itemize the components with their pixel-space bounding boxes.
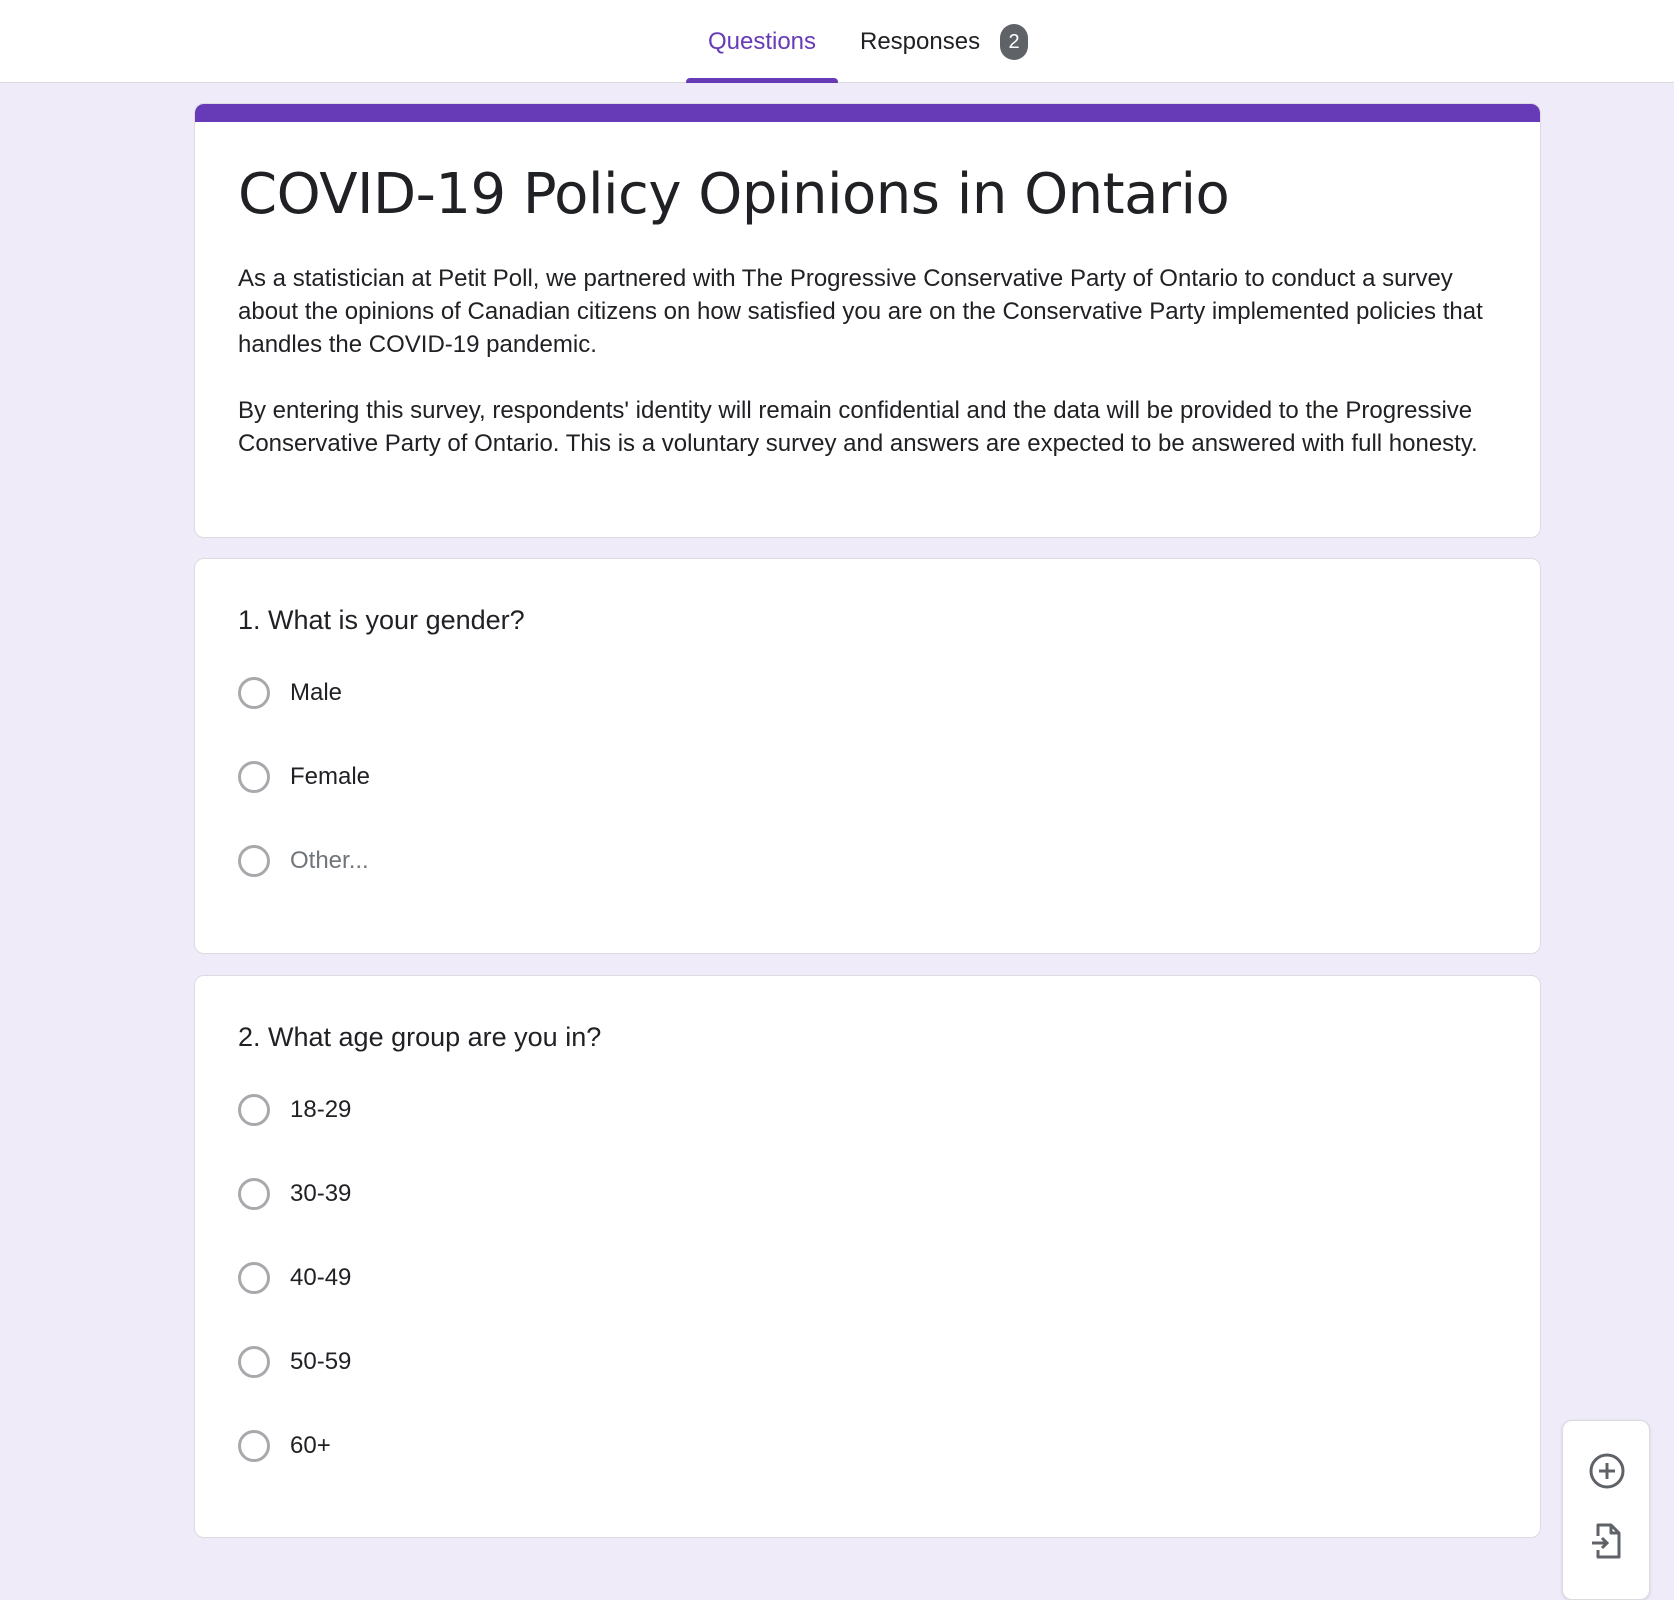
option-item[interactable]: 40-49: [238, 1262, 351, 1346]
tab-responses-label: Responses: [860, 27, 981, 55]
option-item[interactable]: Female: [238, 761, 370, 845]
option-label: 18-29: [290, 1096, 352, 1123]
option-label: 50-59: [290, 1348, 352, 1375]
tab-responses[interactable]: Responses 2: [860, 0, 1040, 83]
form-title: COVID-19 Policy Opinions in Ontario: [238, 162, 1230, 227]
option-item[interactable]: 30-39: [238, 1178, 351, 1262]
radio-button[interactable]: [238, 1178, 270, 1210]
radio-button[interactable]: [238, 1430, 270, 1462]
floating-toolbar: [1562, 1420, 1650, 1600]
option-label: 40-49: [290, 1264, 352, 1291]
tab-questions[interactable]: Questions: [686, 0, 838, 83]
radio-button[interactable]: [238, 1094, 270, 1126]
title-card-accent-bar: [195, 104, 1540, 122]
tab-questions-label: Questions: [707, 27, 817, 55]
option-label-other: Other...: [290, 847, 369, 874]
responses-count-badge: 2: [1000, 23, 1029, 60]
import-questions-icon: [1592, 1523, 1621, 1559]
option-item[interactable]: 60+: [238, 1430, 351, 1514]
question-card-gender[interactable]: 1. What is your gender? Male Female Othe…: [194, 558, 1541, 954]
option-list: 18-29 30-39 40-49 50-59 60+: [238, 1094, 351, 1514]
radio-button[interactable]: [238, 677, 270, 709]
radio-button[interactable]: [238, 761, 270, 793]
option-item[interactable]: Male: [238, 677, 370, 761]
question-card-age-group[interactable]: 2. What age group are you in? 18-29 30-3…: [194, 975, 1541, 1538]
form-description-paragraph: By entering this survey, respondents' id…: [238, 397, 1478, 457]
option-label: Female: [290, 763, 371, 790]
form-title-card[interactable]: COVID-19 Policy Opinions in Ontario As a…: [194, 103, 1541, 538]
radio-button[interactable]: [238, 845, 270, 877]
option-label: 60+: [290, 1432, 331, 1459]
option-item[interactable]: 18-29: [238, 1094, 351, 1178]
active-tab-indicator: [686, 78, 838, 83]
radio-button[interactable]: [238, 1262, 270, 1294]
option-list: Male Female Other...: [238, 677, 370, 929]
add-question-button[interactable]: [1585, 1449, 1629, 1493]
option-label: Male: [290, 679, 343, 706]
top-tab-bar: Questions Responses 2: [0, 0, 1674, 83]
option-item[interactable]: 50-59: [238, 1346, 351, 1430]
option-label: 30-39: [290, 1180, 352, 1207]
import-questions-button[interactable]: [1585, 1519, 1629, 1563]
question-title: 1. What is your gender?: [238, 605, 525, 635]
question-title: 2. What age group are you in?: [238, 1022, 602, 1052]
form-description-paragraph: As a statistician at Petit Poll, we part…: [238, 265, 1483, 358]
radio-button[interactable]: [238, 1346, 270, 1378]
option-item-other[interactable]: Other...: [238, 845, 370, 929]
form-description: As a statistician at Petit Poll, we part…: [238, 262, 1498, 493]
add-question-icon: [1589, 1453, 1625, 1489]
